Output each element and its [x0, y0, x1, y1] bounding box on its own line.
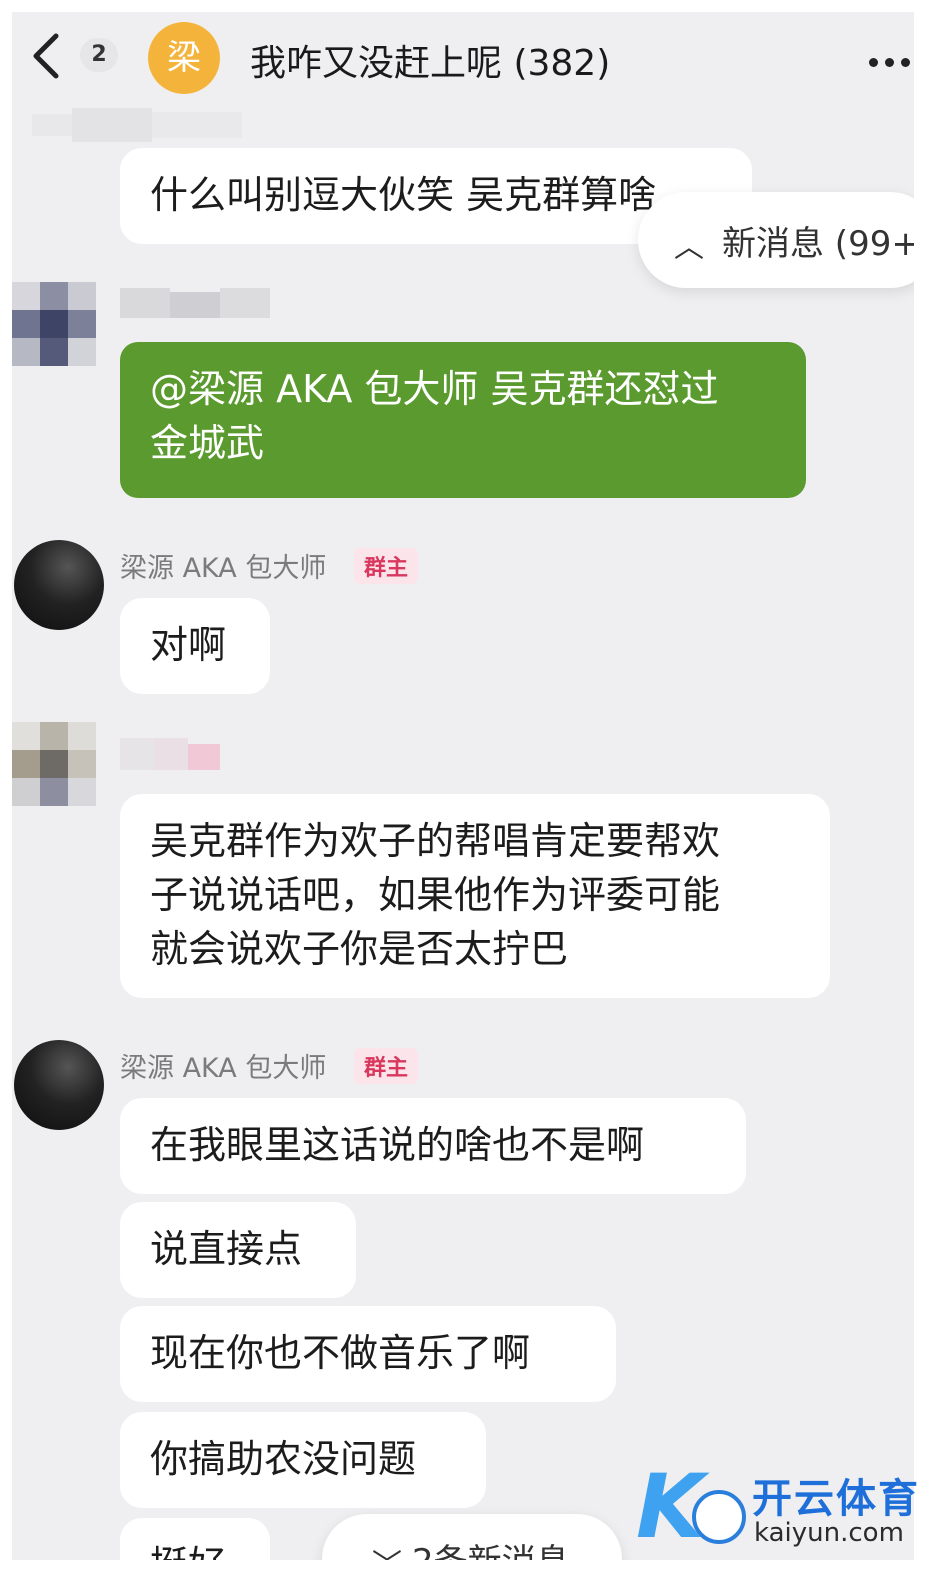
- chevron-up-icon: ︿: [674, 230, 704, 265]
- avatar[interactable]: [14, 1040, 104, 1130]
- blurred-sender-name: [120, 288, 270, 318]
- new-messages-bottom-button[interactable]: ﹀ 2条新消息: [322, 1514, 622, 1560]
- chat-screen: 2 梁 我咋又没赶上呢 (382) 什么叫别逗大伙笑 吴克群算啥 ︿ 新消息 (…: [12, 12, 914, 1560]
- new-messages-button[interactable]: ︿ 新消息 (99+: [638, 192, 914, 288]
- watermark-logo: K 开云体育 kaiyun.com: [636, 1460, 918, 1560]
- sender-name: 梁源 AKA 包大师: [120, 1053, 327, 1084]
- blurred-sender-name: [32, 108, 242, 142]
- message-bubble[interactable]: 吴克群作为欢子的帮唱肯定要帮欢 子说说话吧，如果他作为评委可能 就会说欢子你是否…: [120, 794, 830, 998]
- message-bubble[interactable]: 挺好: [120, 1518, 270, 1560]
- message-bubble[interactable]: 在我眼里这话说的啥也不是啊: [120, 1098, 746, 1194]
- watermark-en: kaiyun.com: [754, 1518, 904, 1548]
- chat-header: 2 梁 我咋又没赶上呢 (382): [12, 12, 914, 104]
- watermark-cn: 开云体育: [752, 1476, 920, 1522]
- message-bubble[interactable]: 你搞助农没问题: [120, 1412, 486, 1508]
- group-title[interactable]: 我咋又没赶上呢 (382): [250, 34, 610, 86]
- blurred-sender-name: [120, 738, 220, 770]
- blurred-avatar: [12, 722, 96, 806]
- blurred-avatar: [12, 282, 96, 366]
- chevron-down-icon: ﹀: [372, 1540, 402, 1560]
- message-bubble[interactable]: 说直接点: [120, 1202, 356, 1298]
- self-message-bubble[interactable]: @梁源 AKA 包大师 吴克群还怼过 金城武: [120, 342, 806, 498]
- message-bubble[interactable]: 现在你也不做音乐了啊: [120, 1306, 616, 1402]
- sender-name: 梁源 AKA 包大师: [120, 553, 327, 584]
- soccer-ball-icon: [692, 1490, 746, 1544]
- more-options-icon[interactable]: [862, 52, 910, 71]
- unread-count-badge[interactable]: 2: [80, 38, 118, 72]
- group-avatar[interactable]: 梁: [148, 22, 220, 94]
- owner-badge: 群主: [354, 548, 419, 584]
- avatar[interactable]: [14, 540, 104, 630]
- message-bubble[interactable]: 对啊: [120, 598, 270, 694]
- owner-badge: 群主: [354, 1048, 419, 1084]
- back-icon[interactable]: [26, 30, 66, 82]
